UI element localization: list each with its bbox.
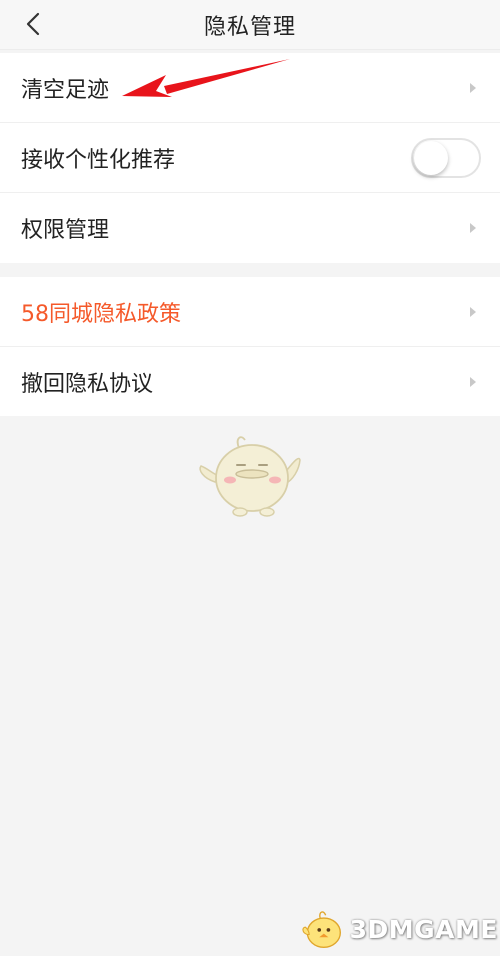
watermark: 3DMGAME — [300, 904, 498, 954]
back-button[interactable] — [16, 7, 50, 41]
page-title: 隐私管理 — [203, 14, 296, 40]
revoke-privacy-agreement-label: 撤回隐私协议 — [21, 372, 154, 397]
chevron-right-icon — [470, 306, 476, 317]
permission-management-label: 权限管理 — [21, 218, 110, 243]
privacy-policy-item[interactable]: 58同城隐私政策 — [0, 277, 500, 347]
personalized-recommend-item: 接收个性化推荐 — [0, 123, 500, 193]
red-arrow-annotation — [122, 59, 290, 97]
toggle-knob — [414, 140, 448, 175]
revoke-privacy-agreement-item[interactable]: 撤回隐私协议 — [0, 347, 500, 417]
privacy-policy-label: 58同城隐私政策 — [21, 301, 181, 327]
personalized-recommend-label: 接收个性化推荐 — [21, 147, 176, 173]
nav-header: 隐私管理 — [0, 0, 500, 50]
personalized-recommend-toggle[interactable] — [411, 137, 481, 178]
privacy-management-page: 隐私管理 清空足迹 接收个性化推荐 权限管理 58同城隐私政策 撤回隐私协议 3… — [0, 0, 500, 956]
chevron-left-icon — [26, 12, 40, 36]
bird-logo-icon — [302, 911, 341, 949]
chevron-right-icon — [470, 223, 476, 233]
chick-mascot-icon — [199, 436, 301, 517]
chevron-right-icon — [470, 377, 476, 387]
settings-group-2: 58同城隐私政策 撤回隐私协议 — [0, 277, 500, 416]
watermark-text: 3DMGAME — [349, 914, 498, 944]
chevron-right-icon — [470, 82, 476, 93]
permission-management-item[interactable]: 权限管理 — [0, 193, 500, 263]
